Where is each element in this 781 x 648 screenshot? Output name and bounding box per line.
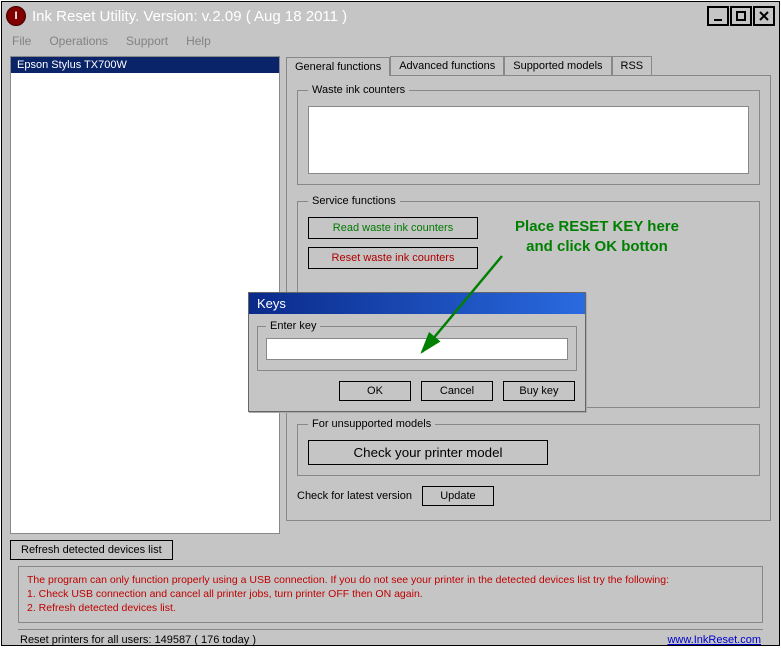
waste-ink-legend: Waste ink counters: [308, 84, 409, 96]
titlebar: I Ink Reset Utility. Version: v.2.09 ( A…: [2, 2, 779, 30]
minimize-button[interactable]: [707, 6, 729, 26]
refresh-devices-button[interactable]: Refresh detected devices list: [10, 540, 173, 560]
update-button[interactable]: Update: [422, 486, 494, 506]
menu-help[interactable]: Help: [186, 34, 211, 48]
menu-file[interactable]: File: [12, 34, 31, 48]
ok-button[interactable]: OK: [339, 381, 411, 401]
annotation-line-1: Place RESET KEY here: [482, 217, 712, 237]
check-version-row: Check for latest version Update: [297, 486, 760, 506]
menu-support[interactable]: Support: [126, 34, 168, 48]
tab-rss[interactable]: RSS: [612, 56, 653, 75]
annotation-text: Place RESET KEY here and click OK botton: [482, 217, 712, 256]
app-icon-letter: I: [14, 10, 17, 22]
info-line-3: 2. Refresh detected devices list.: [27, 601, 754, 615]
tabs: General functions Advanced functions Sup…: [286, 56, 771, 75]
waste-ink-display: [308, 106, 749, 174]
cancel-button[interactable]: Cancel: [421, 381, 493, 401]
key-input[interactable]: [266, 338, 568, 360]
info-line-2: 1. Check USB connection and cancel all p…: [27, 587, 754, 601]
enter-key-group: Enter key: [257, 320, 577, 371]
enter-key-legend: Enter key: [266, 320, 320, 332]
read-waste-button[interactable]: Read waste ink counters: [308, 217, 478, 239]
annotation-line-2: and click OK botton: [482, 237, 712, 257]
unsupported-group: For unsupported models Check your printe…: [297, 418, 760, 476]
info-line-1: The program can only function properly u…: [27, 573, 754, 587]
waste-ink-group: Waste ink counters: [297, 84, 760, 185]
status-link[interactable]: www.InkReset.com: [667, 634, 761, 646]
tab-supported[interactable]: Supported models: [504, 56, 611, 75]
devices-selected-item[interactable]: Epson Stylus TX700W: [11, 57, 279, 73]
menubar: File Operations Support Help: [2, 30, 779, 56]
keys-dialog: Keys Enter key OK Cancel Buy key: [248, 292, 586, 412]
app-icon: I: [6, 6, 26, 26]
devices-list[interactable]: Epson Stylus TX700W: [10, 56, 280, 534]
menu-operations[interactable]: Operations: [49, 34, 108, 48]
info-panel: The program can only function properly u…: [18, 566, 763, 623]
check-printer-model-button[interactable]: Check your printer model: [308, 440, 548, 465]
service-functions-legend: Service functions: [308, 195, 400, 207]
unsupported-legend: For unsupported models: [308, 418, 435, 430]
main-window: I Ink Reset Utility. Version: v.2.09 ( A…: [1, 1, 780, 646]
tab-advanced[interactable]: Advanced functions: [390, 56, 504, 75]
status-text: Reset printers for all users: 149587 ( 1…: [20, 634, 256, 646]
window-controls: [707, 6, 775, 26]
reset-waste-button[interactable]: Reset waste ink counters: [308, 247, 478, 269]
maximize-button[interactable]: [730, 6, 752, 26]
buy-key-button[interactable]: Buy key: [503, 381, 575, 401]
status-bar: Reset printers for all users: 149587 ( 1…: [18, 629, 763, 646]
tab-general[interactable]: General functions: [286, 57, 390, 76]
keys-dialog-title: Keys: [249, 293, 585, 314]
check-version-label: Check for latest version: [297, 490, 412, 502]
close-button[interactable]: [753, 6, 775, 26]
window-title: Ink Reset Utility. Version: v.2.09 ( Aug…: [32, 8, 707, 25]
